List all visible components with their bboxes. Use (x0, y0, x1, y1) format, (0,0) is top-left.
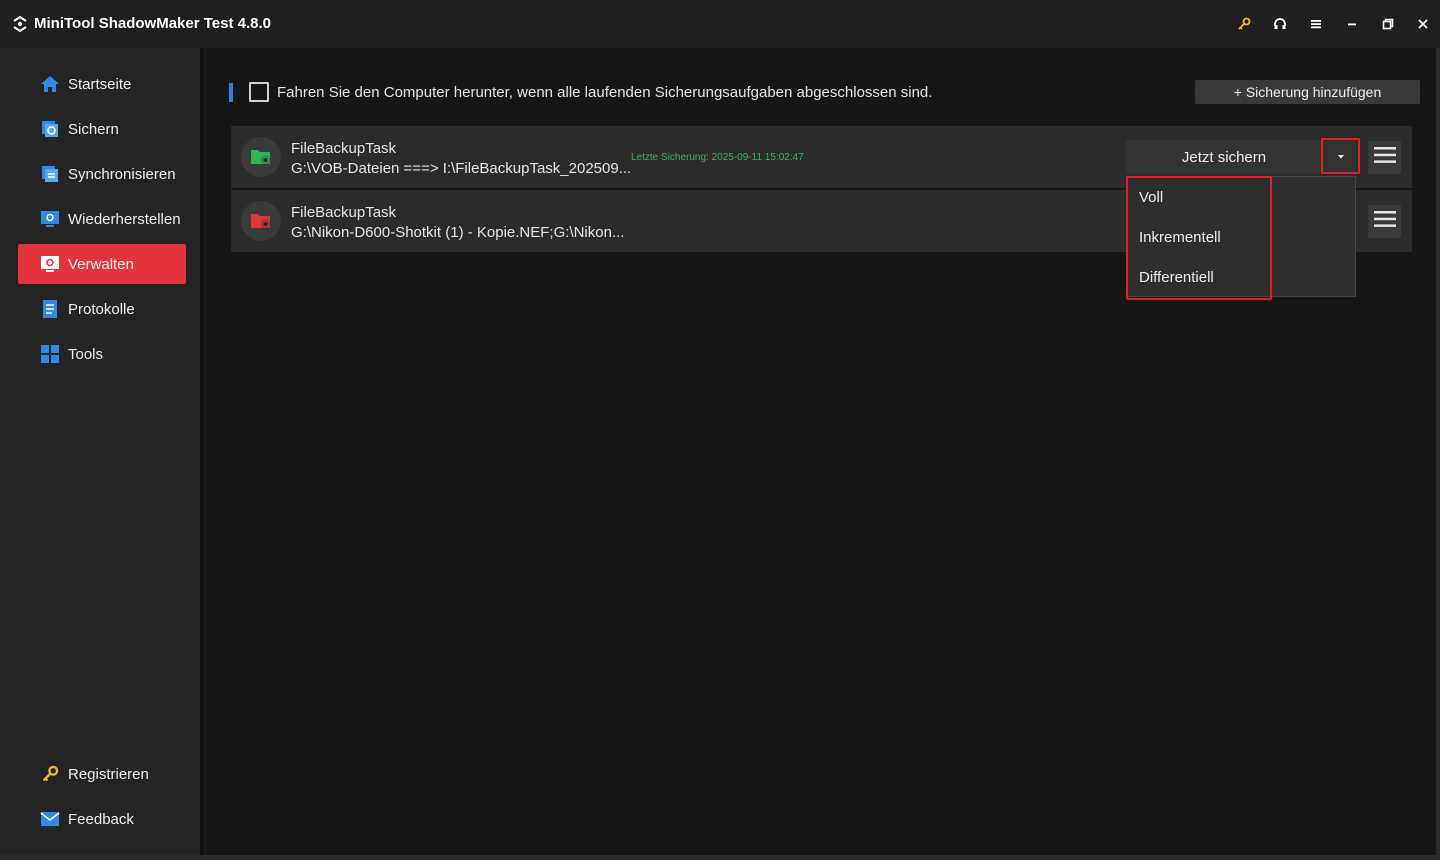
dropdown-item-inkrementell[interactable]: Inkrementell (1139, 225, 1259, 249)
hamburger-icon (1373, 146, 1396, 169)
sidebar-item-label: Verwalten (68, 255, 134, 273)
hamburger-icon[interactable] (1304, 12, 1328, 36)
sidebar-item-registrieren[interactable]: Registrieren (18, 754, 186, 794)
hamburger-icon (1373, 210, 1396, 233)
sidebar-item-startseite[interactable]: Startseite (18, 64, 186, 104)
sidebar-item-label: Feedback (68, 810, 134, 828)
task-path: G:\VOB-Dateien ===> I:\FileBackupTask_20… (291, 160, 632, 177)
sidebar-item-wiederherstellen[interactable]: Wiederherstellen (18, 199, 186, 239)
sidebar-item-tools[interactable]: Tools (18, 334, 186, 374)
window-bottom-border (0, 855, 1440, 860)
app-logo-icon (10, 14, 30, 34)
sidebar-item-verwalten[interactable]: Verwalten (18, 244, 186, 284)
task-name: FileBackupTask (291, 204, 397, 221)
task-menu-button[interactable] (1368, 141, 1401, 174)
key-icon[interactable] (1232, 12, 1256, 36)
backup-type-dropdown-button[interactable] (1321, 138, 1360, 174)
mail-icon (40, 809, 60, 829)
close-icon[interactable] (1411, 12, 1435, 36)
dropdown-item-voll[interactable]: Voll (1139, 185, 1259, 209)
restore-icon[interactable] (1376, 12, 1400, 36)
sidebar-item-label: Startseite (68, 75, 132, 93)
window-right-border (1436, 48, 1440, 860)
title-bar: MiniTool ShadowMaker Test 4.8.0 (0, 0, 1440, 48)
main-panel: Fahren Sie den Computer herunter, wenn a… (206, 48, 1436, 856)
app-title: MiniTool ShadowMaker Test 4.8.0 (34, 15, 271, 32)
logs-icon (40, 299, 60, 319)
dropdown-item-differentiell[interactable]: Differentiell (1139, 265, 1259, 289)
sidebar-item-label: Tools (68, 345, 104, 363)
sidebar-item-sichern[interactable]: Sichern (18, 109, 186, 149)
task-path: G:\Nikon-D600-Shotkit (1) - Kopie.NEF;G:… (291, 224, 625, 241)
backup-icon (40, 119, 60, 139)
home-icon (40, 74, 60, 94)
restore-icon (40, 209, 60, 229)
caret-down-icon (1337, 147, 1345, 165)
key-icon (40, 764, 60, 784)
sidebar-item-label: Wiederherstellen (68, 210, 181, 228)
sync-icon (40, 164, 60, 184)
sidebar-item-feedback[interactable]: Feedback (18, 799, 186, 839)
backup-now-button[interactable]: Jetzt sichern (1126, 138, 1360, 174)
sidebar-item-synchronisieren[interactable]: Synchronisieren (18, 154, 186, 194)
sidebar-item-label: Synchronisieren (68, 165, 176, 183)
sidebar: Startseite Sichern Synchronisieren Wiede… (0, 48, 204, 860)
folder-backup-green-icon (241, 137, 281, 177)
tools-icon (40, 344, 60, 364)
shutdown-checkbox-label: Fahren Sie den Computer herunter, wenn a… (277, 84, 933, 101)
last-backup-time: Letzte Sicherung: 2025-09-11 15:02:47 (631, 152, 804, 163)
sidebar-item-label: Protokolle (68, 300, 135, 318)
sidebar-item-label: Registrieren (68, 765, 149, 783)
backup-type-dropdown-menu: Voll Inkrementell Differentiell (1126, 176, 1356, 300)
section-accent-bar (229, 83, 233, 102)
backup-now-label: Jetzt sichern (1181, 148, 1267, 166)
add-backup-button[interactable]: + Sicherung hinzufügen (1195, 80, 1420, 104)
minimize-icon[interactable] (1340, 12, 1364, 36)
shutdown-checkbox[interactable] (249, 82, 269, 102)
headset-icon[interactable] (1268, 12, 1292, 36)
sidebar-item-protokolle[interactable]: Protokolle (18, 289, 186, 329)
task-name: FileBackupTask (291, 140, 397, 157)
folder-backup-red-icon (241, 201, 281, 241)
task-menu-button[interactable] (1368, 205, 1401, 238)
sidebar-item-label: Sichern (68, 120, 119, 138)
manage-icon (40, 254, 60, 274)
